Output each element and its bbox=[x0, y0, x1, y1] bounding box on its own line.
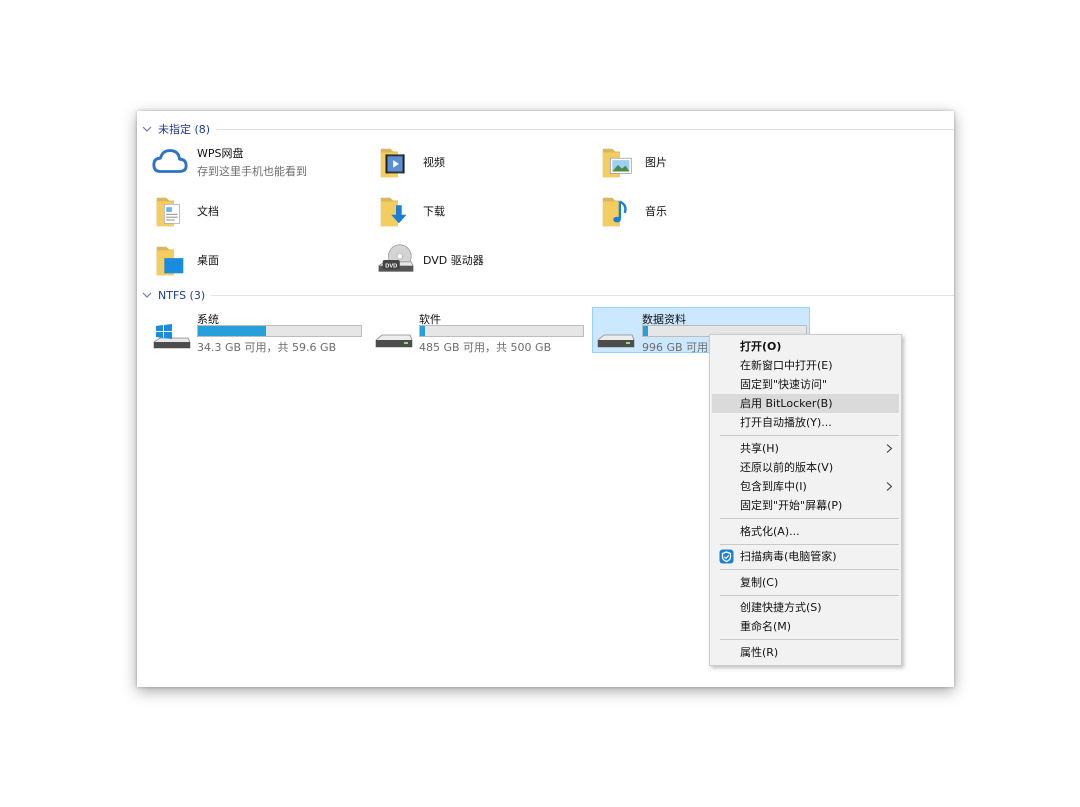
item-wps-drive[interactable]: WPS网盘 存到这里手机也能看到 bbox=[151, 143, 307, 181]
item-documents-folder[interactable]: 文档 bbox=[151, 192, 219, 230]
pictures-folder-icon bbox=[602, 148, 632, 178]
menu-separator bbox=[720, 435, 899, 436]
desktop-folder-icon bbox=[156, 246, 184, 276]
item-label: 视频 bbox=[423, 156, 445, 169]
windows-drive-icon bbox=[153, 324, 191, 349]
music-folder-icon bbox=[602, 197, 627, 227]
drive-usage-fill bbox=[643, 326, 648, 336]
drive-space-info: 996 GB 可用， bbox=[642, 341, 720, 354]
drive-usage-fill bbox=[420, 326, 425, 336]
chevron-right-icon bbox=[886, 482, 893, 491]
menu-item-enable-bitlocker[interactable]: 启用 BitLocker(B) bbox=[712, 394, 899, 413]
group-divider bbox=[211, 294, 954, 296]
menu-item-pin-start[interactable]: 固定到"开始"屏幕(P) bbox=[712, 496, 899, 515]
hard-drive-icon bbox=[597, 334, 635, 348]
drive-usage-bar bbox=[197, 325, 362, 337]
drive-software[interactable]: 软件 485 GB 可用，共 500 GB bbox=[359, 308, 584, 354]
item-desktop-folder[interactable]: 桌面 bbox=[151, 241, 219, 279]
menu-item-autoplay[interactable]: 打开自动播放(Y)... bbox=[712, 413, 899, 432]
menu-item-open[interactable]: 打开(O) bbox=[712, 337, 899, 356]
item-label: 下载 bbox=[423, 205, 445, 218]
video-folder-icon bbox=[380, 148, 405, 178]
menu-item-label: 包含到库中(I) bbox=[740, 480, 807, 493]
menu-item-copy[interactable]: 复制(C) bbox=[712, 573, 899, 592]
item-video-folder[interactable]: 视频 bbox=[377, 143, 445, 181]
cloud-icon bbox=[152, 149, 188, 173]
menu-item-share[interactable]: 共享(H) bbox=[712, 439, 899, 458]
menu-item-include-library[interactable]: 包含到库中(I) bbox=[712, 477, 899, 496]
item-label: 文档 bbox=[197, 205, 219, 218]
hard-drive-icon bbox=[375, 334, 413, 348]
dvd-drive-icon: DVD bbox=[378, 244, 414, 272]
drive-usage-bar bbox=[419, 325, 584, 337]
menu-item-label: 共享(H) bbox=[740, 442, 779, 455]
downloads-folder-icon bbox=[380, 197, 407, 227]
item-dvd-drive[interactable]: DVD DVD 驱动器 bbox=[377, 241, 484, 279]
documents-folder-icon bbox=[156, 197, 180, 227]
menu-item-rename[interactable]: 重命名(M) bbox=[712, 617, 899, 636]
menu-item-create-shortcut[interactable]: 创建快捷方式(S) bbox=[712, 598, 899, 617]
menu-item-restore-versions[interactable]: 还原以前的版本(V) bbox=[712, 458, 899, 477]
chevron-down-icon bbox=[142, 126, 152, 132]
chevron-right-icon bbox=[886, 444, 893, 453]
item-label: WPS网盘 bbox=[197, 147, 244, 160]
menu-item-scan-virus[interactable]: 扫描病毒(电脑管家) bbox=[712, 547, 899, 566]
menu-item-label: 扫描病毒(电脑管家) bbox=[740, 550, 837, 563]
chevron-down-icon bbox=[142, 292, 152, 298]
item-label: 音乐 bbox=[645, 205, 667, 218]
item-downloads-folder[interactable]: 下载 bbox=[377, 192, 445, 230]
group-header-ntfs[interactable]: NTFS (3) bbox=[141, 288, 954, 302]
group-label: NTFS (3) bbox=[158, 288, 206, 302]
drive-space-info: 485 GB 可用，共 500 GB bbox=[419, 341, 552, 354]
item-pictures-folder[interactable]: 图片 bbox=[599, 143, 667, 181]
item-music-folder[interactable]: 音乐 bbox=[599, 192, 667, 230]
group-label: 未指定 (8) bbox=[158, 123, 211, 136]
drive-usage-fill bbox=[198, 326, 267, 336]
item-label: 桌面 bbox=[197, 254, 219, 267]
menu-separator bbox=[720, 544, 899, 545]
drive-system[interactable]: 系统 34.3 GB 可用，共 59.6 GB bbox=[137, 308, 362, 354]
menu-separator bbox=[720, 518, 899, 519]
menu-item-pin-quick-access[interactable]: 固定到"快速访问" bbox=[712, 375, 899, 394]
drive-space-info: 34.3 GB 可用，共 59.6 GB bbox=[197, 341, 337, 354]
menu-separator bbox=[720, 639, 899, 640]
menu-separator bbox=[720, 569, 899, 570]
shield-icon bbox=[719, 549, 734, 564]
menu-item-format[interactable]: 格式化(A)... bbox=[712, 522, 899, 541]
menu-item-properties[interactable]: 属性(R) bbox=[712, 643, 899, 662]
menu-item-open-new-window[interactable]: 在新窗口中打开(E) bbox=[712, 356, 899, 375]
item-label: DVD 驱动器 bbox=[423, 254, 484, 267]
svg-text:DVD: DVD bbox=[385, 264, 397, 270]
group-divider bbox=[216, 128, 954, 130]
context-menu: 打开(O) 在新窗口中打开(E) 固定到"快速访问" 启用 BitLocker(… bbox=[709, 334, 902, 666]
menu-separator bbox=[720, 595, 899, 596]
item-sublabel: 存到这里手机也能看到 bbox=[197, 165, 307, 178]
item-label: 图片 bbox=[645, 156, 667, 169]
group-header-unassigned[interactable]: 未指定 (8) bbox=[141, 122, 954, 136]
